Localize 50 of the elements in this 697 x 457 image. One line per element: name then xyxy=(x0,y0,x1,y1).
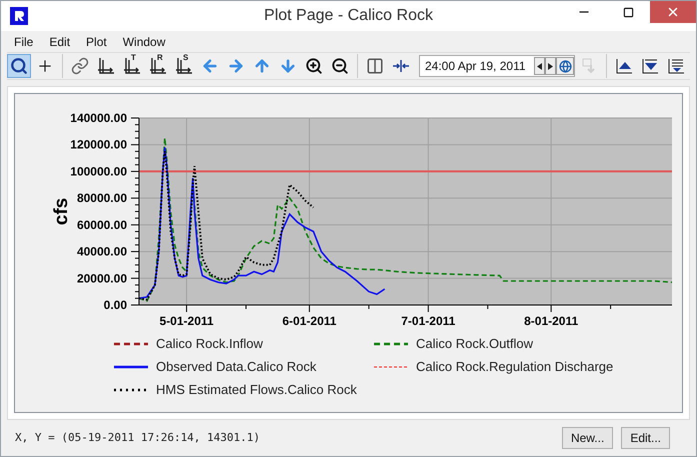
legend-label: Calico Rock.Inflow xyxy=(156,335,263,354)
maximize-icon xyxy=(622,6,634,18)
split-icon xyxy=(366,57,384,75)
menu-item[interactable]: Plot xyxy=(79,32,114,50)
window-title: Plot Page - Calico Rock xyxy=(264,6,433,26)
close-button[interactable] xyxy=(650,1,696,23)
zoom-in-icon xyxy=(305,57,323,75)
menu-item[interactable]: Edit xyxy=(42,32,78,50)
menu-item[interactable]: File xyxy=(7,32,40,50)
axes-icon xyxy=(96,56,116,76)
y-tick-label: 20000.00 xyxy=(76,271,127,286)
y-tick-label: 40000.00 xyxy=(76,244,127,259)
close-icon xyxy=(666,5,680,19)
link-icon xyxy=(71,57,89,75)
x-tick-label: 7-01-2011 xyxy=(401,314,456,328)
arrow-right-icon xyxy=(227,57,245,75)
y-tick-label: 0.00 xyxy=(104,298,127,312)
y-tick-label: 100000.00 xyxy=(70,164,127,178)
y-tick-label: 140000.00 xyxy=(70,111,127,125)
legend-label: Calico Rock.Regulation Discharge xyxy=(416,358,614,376)
menu-item[interactable]: Window xyxy=(116,32,172,50)
next-button[interactable] xyxy=(545,57,556,75)
axis-title: cfs xyxy=(51,198,72,226)
globe-button[interactable] xyxy=(556,57,574,75)
x-tick-label: 6-01-2011 xyxy=(282,314,336,328)
status-text: X, Y = (05-19-2011 17:26:14, 14301.1) xyxy=(15,430,260,446)
globe-icon xyxy=(558,60,572,72)
x-tick-label: 5-01-2011 xyxy=(160,314,214,328)
toolbar-button[interactable] xyxy=(7,54,31,78)
arrow-down-icon xyxy=(279,57,297,75)
collapse-icon xyxy=(392,57,410,75)
list-icon xyxy=(667,57,685,75)
y-tick-label: 120000.00 xyxy=(70,138,127,152)
move-top-icon xyxy=(615,57,633,75)
legend-label: Calico Rock.Outflow xyxy=(416,335,534,354)
move-bottom-icon xyxy=(641,57,659,75)
previous-button[interactable] xyxy=(534,57,545,75)
y-tick-label: 60000.00 xyxy=(76,218,127,232)
dialog-button[interactable]: New... xyxy=(562,427,614,449)
legend-label: HMS Estimated Flows.Calico Rock xyxy=(156,381,357,400)
zoom-out-icon xyxy=(331,57,349,75)
legend-label: Observed Data.Calico Rock xyxy=(156,358,316,376)
y-tick-label: 80000.00 xyxy=(76,191,127,206)
date-field[interactable]: 24:00 Apr 19, 2011 xyxy=(419,55,575,77)
dialog-button[interactable]: Edit... xyxy=(621,427,670,449)
x-tick-label: 8-01-2011 xyxy=(524,314,578,328)
triangle-left-icon xyxy=(537,62,542,70)
triangle-right-icon xyxy=(548,62,553,70)
app-logo-icon xyxy=(10,7,28,25)
search-icon xyxy=(10,57,28,75)
